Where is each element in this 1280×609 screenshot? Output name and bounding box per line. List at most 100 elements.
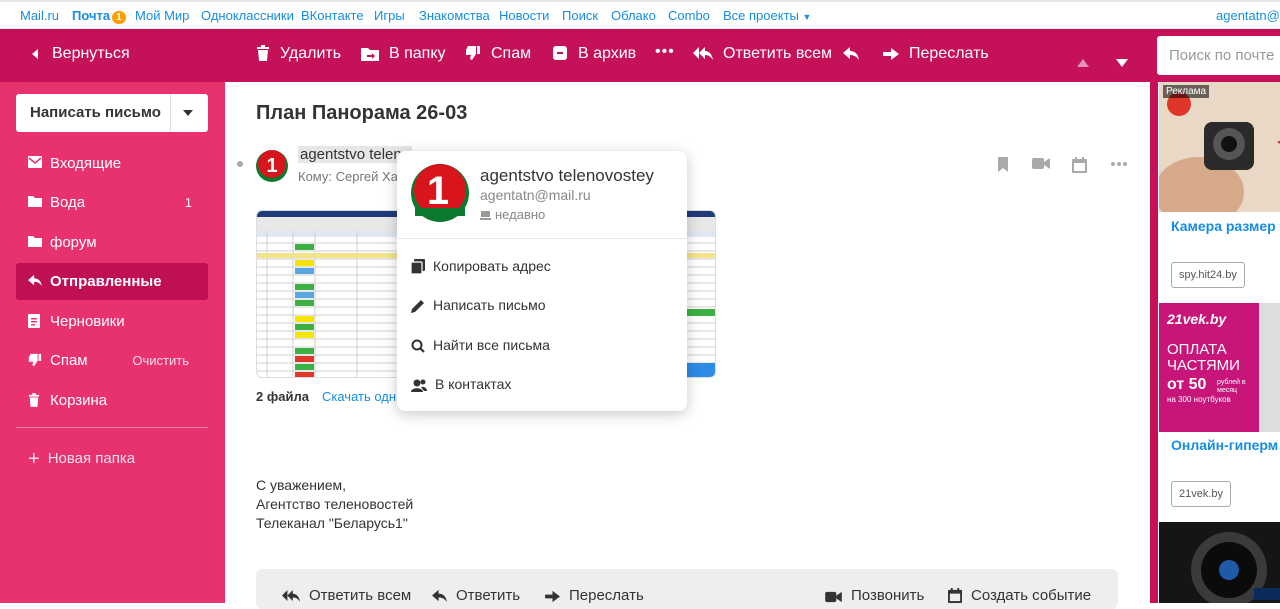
reply-all-button[interactable]: Ответить всем xyxy=(282,587,411,604)
quick-reply-bar: Ответить всем Ответить Переслать Позвони… xyxy=(256,569,1118,609)
chevron-up-icon xyxy=(1077,59,1089,67)
popup-divider xyxy=(397,238,687,239)
more-options-icon[interactable] xyxy=(1111,162,1127,166)
write-letter-item[interactable]: Написать письмо xyxy=(411,297,545,313)
calendar-icon xyxy=(948,588,962,603)
ad-product-image xyxy=(1259,303,1280,432)
nav-search[interactable]: Поиск xyxy=(562,8,598,23)
nav-all-projects[interactable]: Все проекты ▼ xyxy=(723,8,811,23)
ad-title[interactable]: Онлайн-гиперм xyxy=(1171,437,1278,453)
forward-arrow-icon xyxy=(545,590,560,603)
folder-sent[interactable]: Отправленные xyxy=(16,263,208,300)
calendar-icon[interactable] xyxy=(1072,157,1087,173)
archive-button[interactable]: В архив xyxy=(552,45,636,63)
nav-cloud[interactable]: Облако xyxy=(611,8,656,23)
ad-link-button[interactable]: spy.hit24.by xyxy=(1171,262,1245,288)
back-button[interactable]: Вернуться xyxy=(28,45,130,63)
forward-arrow-icon xyxy=(883,48,899,60)
compose-button[interactable]: Написать письмо xyxy=(16,94,208,132)
copy-address-item[interactable]: Копировать адрес xyxy=(410,258,551,275)
signature-line: С уважением, xyxy=(256,477,347,493)
spam-button[interactable]: Спам xyxy=(465,45,531,63)
next-message-button[interactable] xyxy=(1116,51,1138,69)
ad-title[interactable]: Камера размер xyxy=(1171,218,1276,234)
ad-label: Реклама xyxy=(1163,85,1210,98)
nav-games[interactable]: Игры xyxy=(374,8,405,23)
nav-news[interactable]: Новости xyxy=(499,8,549,23)
svg-text:1: 1 xyxy=(266,155,277,177)
folder-voda[interactable]: Вода 1 xyxy=(16,184,208,221)
folder-forum[interactable]: форум xyxy=(16,224,208,261)
move-to-folder-button[interactable]: В папку xyxy=(361,45,446,63)
ad-image-camera[interactable]: Реклама xyxy=(1159,82,1280,212)
contact-popup: 1 agentstvo telenovostey agentatn@mail.r… xyxy=(397,151,687,411)
trash-icon xyxy=(257,45,269,61)
forward-button[interactable]: Переслать xyxy=(883,45,989,63)
delete-button[interactable]: Удалить xyxy=(256,45,341,63)
message-signature: С уважением, Агентство теленовостей Теле… xyxy=(256,476,413,533)
portal-nav: Mail.ru Почта 1 Мой Мир Одноклассники ВКо… xyxy=(0,0,1280,29)
call-button[interactable]: Позвонить xyxy=(825,587,924,604)
nav-mailru[interactable]: Mail.ru xyxy=(20,8,59,23)
nav-dating[interactable]: Знакомства xyxy=(419,8,490,23)
reply-all-icon xyxy=(282,590,300,602)
document-icon xyxy=(28,314,40,328)
last-seen: недавно xyxy=(480,207,545,222)
reply-all-button[interactable]: Ответить всем xyxy=(693,45,832,63)
nav-moymir[interactable]: Мой Мир xyxy=(135,8,189,23)
ad-promo-line: ОПЛАТА xyxy=(1167,341,1227,358)
message-subject: План Панорама 26-03 xyxy=(256,102,468,124)
reply-button[interactable] xyxy=(843,45,869,63)
attachments-count: 2 файла xyxy=(256,389,309,404)
ad-promo-amount: от 50 xyxy=(1167,376,1207,393)
create-event-button[interactable]: Создать событие xyxy=(948,587,1091,604)
compose-divider xyxy=(170,94,171,132)
reply-button[interactable]: Ответить xyxy=(432,587,520,604)
video-call-icon[interactable] xyxy=(1032,157,1050,170)
reply-icon xyxy=(432,589,447,603)
chevron-down-icon[interactable] xyxy=(183,110,193,116)
user-account[interactable]: agentatn@ xyxy=(1216,8,1280,23)
folder-spam[interactable]: Спам Очистить xyxy=(16,342,208,379)
sender-avatar[interactable]: 1 xyxy=(256,150,288,182)
compose-label: Написать письмо xyxy=(30,104,161,121)
ad-link-button[interactable]: 21vek.by xyxy=(1171,481,1232,507)
camera-photo xyxy=(1159,82,1280,212)
message-view: План Панорама 26-03 1 agentstvo teleno К… xyxy=(225,82,1150,609)
reply-icon xyxy=(843,47,859,60)
clear-spam-link[interactable]: Очистить xyxy=(132,353,189,368)
folder-inbox[interactable]: Входящие xyxy=(16,145,208,182)
nav-odnoklassniki[interactable]: Одноклассники xyxy=(201,8,294,23)
contact-email[interactable]: agentatn@mail.ru xyxy=(480,187,591,203)
laptop-icon xyxy=(480,211,491,220)
sender-name[interactable]: agentstvo teleno xyxy=(298,146,413,163)
sidebar-divider xyxy=(16,427,208,428)
search-icon xyxy=(411,339,425,353)
nav-combo[interactable]: Combo xyxy=(668,8,710,23)
folder-icon xyxy=(28,196,42,207)
find-all-letters-item[interactable]: Найти все письма xyxy=(411,337,550,353)
nav-mail[interactable]: Почта 1 xyxy=(72,8,126,24)
folder-trash[interactable]: Корзина xyxy=(16,382,208,419)
mail-count-badge: 1 xyxy=(112,11,126,24)
read-status-dot[interactable] xyxy=(237,161,243,167)
download-link[interactable]: Скачать одн xyxy=(322,389,396,404)
trash-icon xyxy=(28,393,40,407)
new-folder-button[interactable]: + Новая папка xyxy=(28,448,135,471)
envelope-icon xyxy=(28,156,42,168)
message-toolbar: Вернуться Удалить В папку Спам В архив •… xyxy=(0,29,1280,82)
folder-icon xyxy=(28,236,42,247)
mail-search-input[interactable]: Поиск по почте xyxy=(1157,36,1280,75)
folder-drafts[interactable]: Черновики xyxy=(16,303,208,340)
ad-image-watch[interactable] xyxy=(1159,522,1280,603)
in-contacts-item[interactable]: В контактах xyxy=(411,376,511,392)
thumbs-down-icon xyxy=(28,353,42,367)
prev-message-button[interactable] xyxy=(1077,51,1099,69)
more-actions-button[interactable]: ••• xyxy=(655,43,675,61)
thumbs-down-icon xyxy=(466,46,480,60)
ad-image-21vek[interactable]: 21vek.by ОПЛАТА ЧАСТЯМИ от 50 рублей в м… xyxy=(1159,303,1280,432)
forward-button[interactable]: Переслать xyxy=(545,587,644,604)
contacts-icon xyxy=(411,379,427,392)
nav-vkontakte[interactable]: ВКонтакте xyxy=(301,8,364,23)
bookmark-icon[interactable] xyxy=(997,157,1009,172)
